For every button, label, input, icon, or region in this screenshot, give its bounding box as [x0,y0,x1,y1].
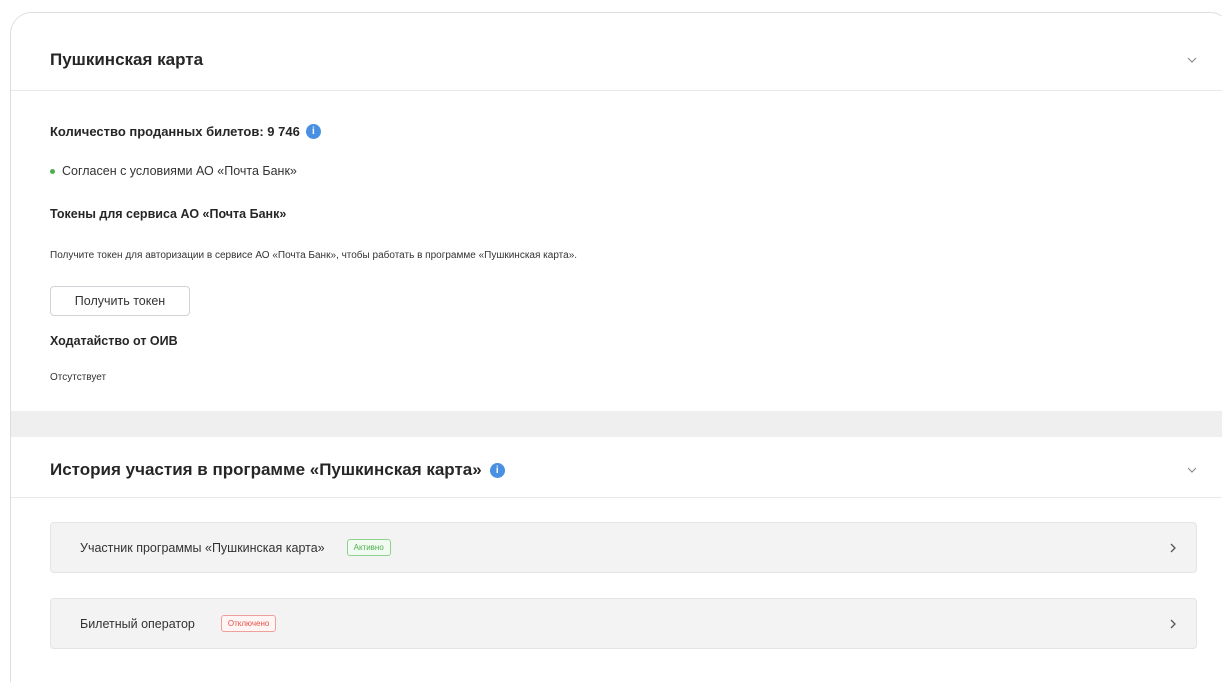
status-dot-icon [50,168,55,174]
petition-value: Отсутствует [50,372,107,383]
chevron-right-icon[interactable] [1168,617,1178,631]
agreement-text: Согласен с условиями АО «Почта Банк» [62,164,297,178]
history-title-wrap: История участия в программе «Пушкинская … [50,460,505,480]
get-token-button[interactable]: Получить токен [50,286,190,316]
pushkin-card-header[interactable]: Пушкинская карта [11,13,1222,91]
info-icon[interactable]: i [489,462,505,478]
history-header[interactable]: История участия в программе «Пушкинская … [11,437,1222,498]
pushkin-card-panel: Пушкинская карта Количество проданных би… [11,13,1222,411]
section-divider [11,411,1222,437]
page-frame: Пушкинская карта Количество проданных би… [10,12,1222,682]
history-row-label: Участник программы «Пушкинская карта» [80,540,325,555]
chevron-right-icon[interactable] [1168,541,1178,555]
history-title: История участия в программе «Пушкинская … [50,460,482,479]
tokens-description: Получите токен для авторизации в сервисе… [50,250,578,261]
chevron-down-icon[interactable] [1185,53,1199,67]
status-badge-active: Активно [346,539,391,556]
sold-tickets-label: Количество проданных билетов: 9 746 [50,124,300,139]
sold-tickets: Количество проданных билетов: 9 746 i [50,124,321,139]
history-row-program-member[interactable]: Участник программы «Пушкинская карта» Ак… [50,522,1197,573]
status-badge-disabled: Отключено [220,615,277,632]
tokens-title: Токены для сервиса АО «Почта Банк» [50,207,287,221]
agreement-status: Согласен с условиями АО «Почта Банк» [50,164,297,178]
history-row-ticket-operator[interactable]: Билетный оператор Отключено [50,598,1197,649]
history-row-label: Билетный оператор [80,616,195,631]
petition-title: Ходатайство от ОИВ [50,334,178,348]
chevron-down-icon[interactable] [1185,463,1199,477]
history-panel: История участия в программе «Пушкинская … [11,437,1222,682]
pushkin-card-title: Пушкинская карта [50,50,204,69]
info-icon[interactable]: i [305,124,321,139]
